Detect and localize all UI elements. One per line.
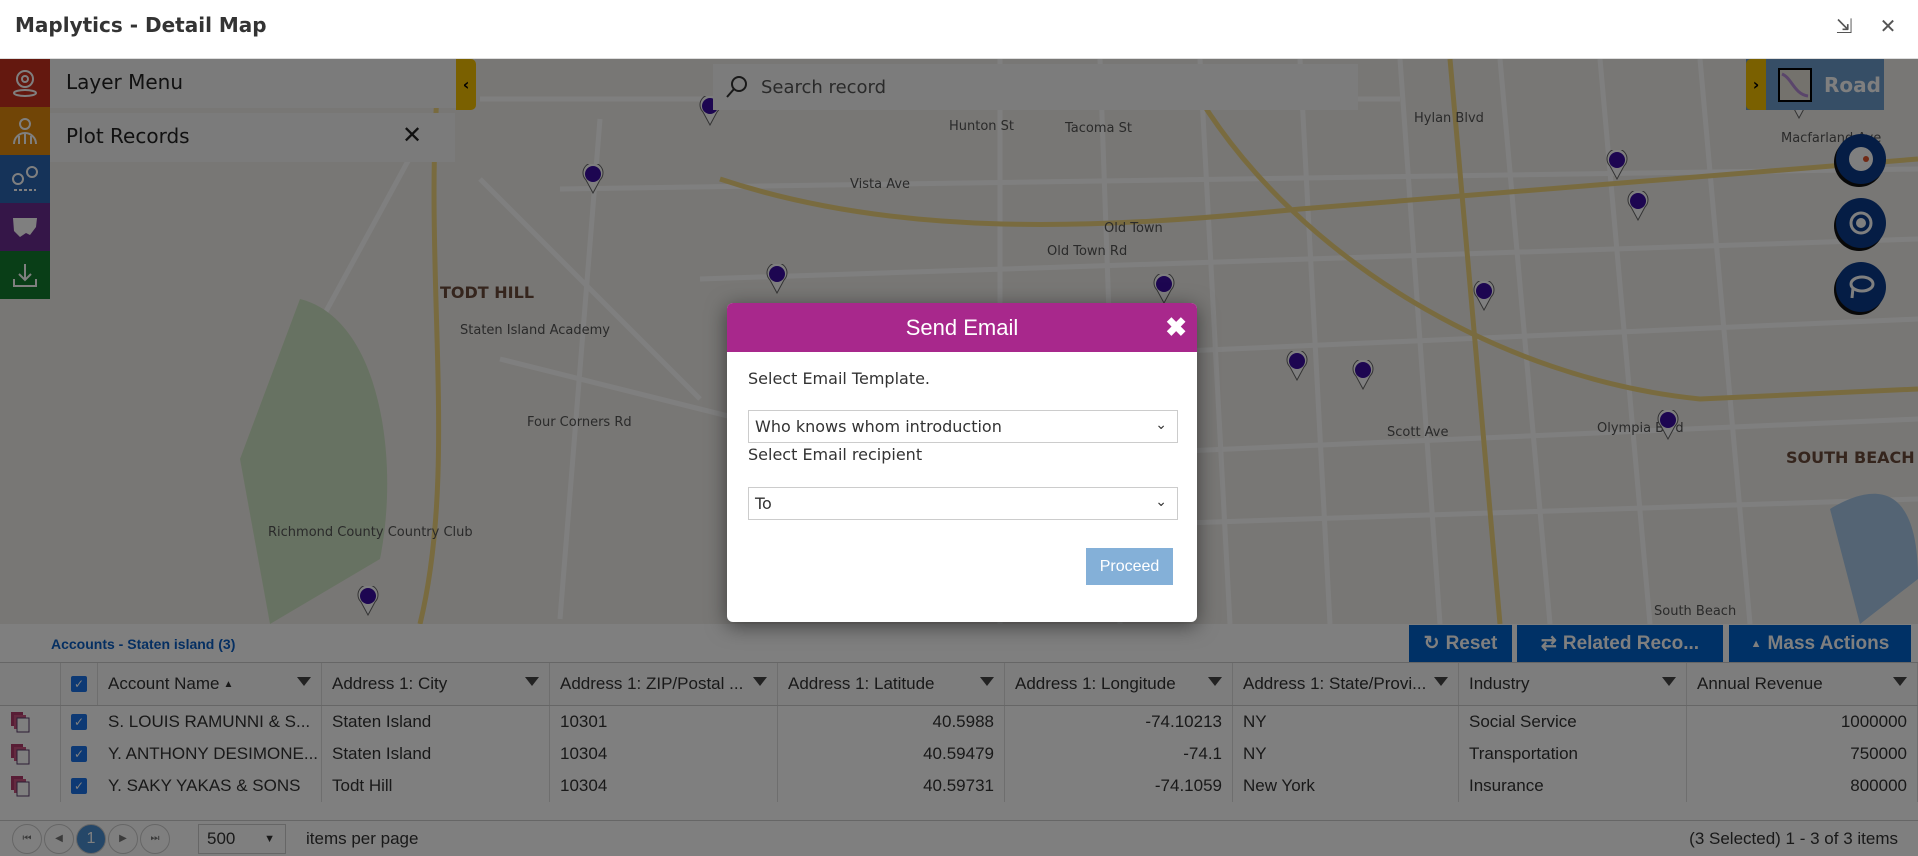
title-bar: Maplytics - Detail Map ⇲ ✕ — [0, 0, 1918, 59]
email-recipient-select[interactable]: To ⌄ — [748, 487, 1178, 520]
proceed-button[interactable]: Proceed — [1086, 548, 1173, 585]
email-template-select[interactable]: Who knows whom introduction ⌄ — [748, 410, 1178, 443]
close-icon[interactable]: ✖ — [1165, 303, 1187, 352]
window-title: Maplytics - Detail Map — [15, 13, 267, 37]
close-icon[interactable]: ✕ — [1876, 14, 1900, 38]
recipient-value: To — [755, 494, 772, 513]
chevron-down-icon: ⌄ — [1155, 417, 1167, 433]
dialog-title: Send Email — [905, 315, 1019, 340]
chevron-down-icon: ⌄ — [1155, 494, 1167, 510]
recipient-label: Select Email recipient — [748, 445, 923, 464]
restore-icon[interactable]: ⇲ — [1832, 14, 1856, 38]
template-label: Select Email Template. — [748, 369, 931, 388]
template-value: Who knows whom introduction — [755, 417, 1002, 436]
dialog-header: Send Email ✖ — [727, 303, 1197, 352]
send-email-dialog: Send Email ✖ Select Email Template. Who k… — [727, 303, 1197, 622]
